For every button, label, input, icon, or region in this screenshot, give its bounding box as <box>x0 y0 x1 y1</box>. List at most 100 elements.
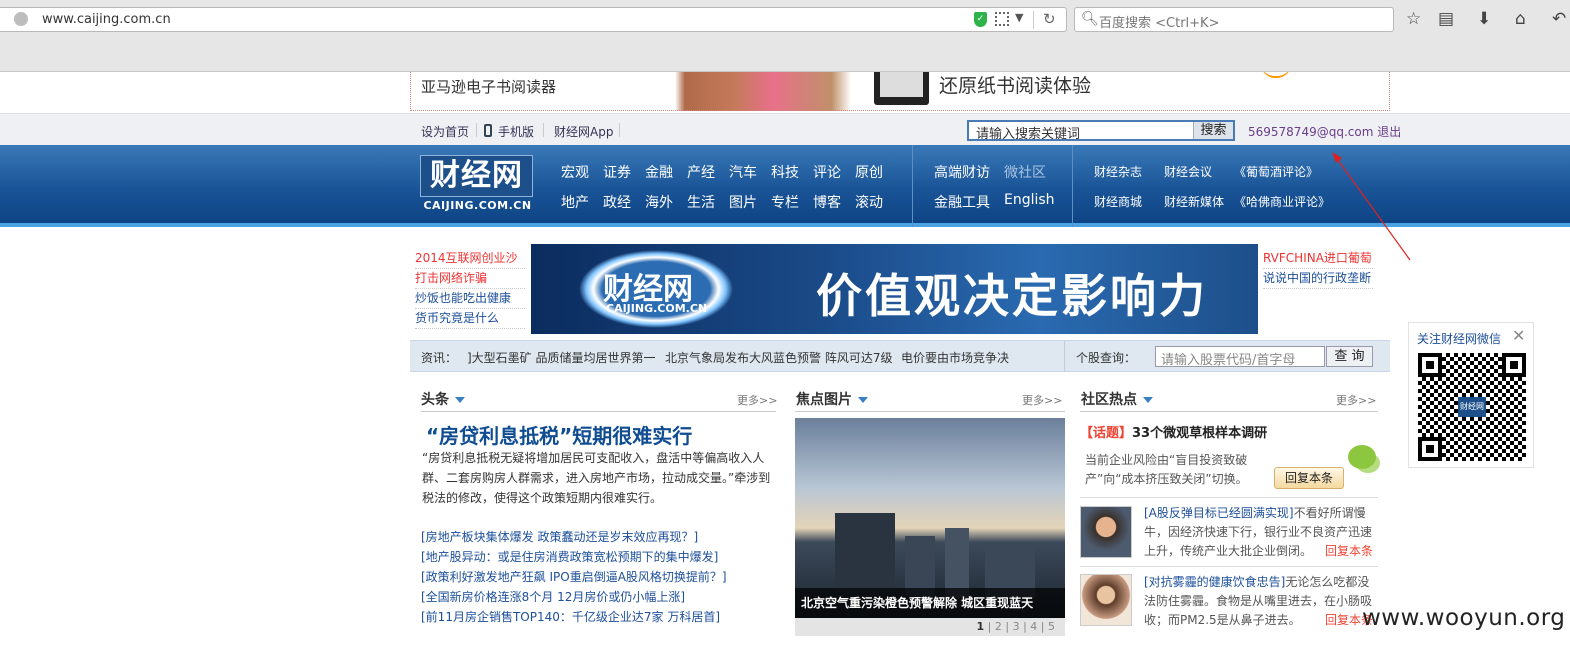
post-title[interactable]: [对抗雾霾的健康饮食忠告] <box>1144 575 1285 589</box>
browser-search-placeholder[interactable]: 百度搜索 <Ctrl+K> <box>1099 12 1219 31</box>
photos-title[interactable]: 焦点图片 <box>796 389 868 409</box>
divider <box>912 145 913 227</box>
headline[interactable]: “房贷利息抵税”短期很难实行 <box>426 420 692 449</box>
site-search: 请输入搜索关键词 搜索 <box>967 120 1235 142</box>
promo-link[interactable]: 2014互联网创业沙 <box>415 249 525 269</box>
topic-title[interactable]: 【话题】33个微观草根样本调研 <box>1080 422 1267 441</box>
ticker-item[interactable]: 电价要由市场竞争决 <box>901 349 1009 366</box>
community-more-link[interactable]: 更多>> <box>1336 392 1376 408</box>
stock-search-button[interactable]: 查 询 <box>1326 346 1373 367</box>
brand-banner[interactable]: 财经网 CAIJING.COM.CN 价值观决定影响力 <box>531 244 1258 334</box>
qr-icon[interactable] <box>995 12 1009 26</box>
focus-photo[interactable]: 北京空气重污染橙色预警解除 城区重现蓝天 <box>795 418 1065 618</box>
url-text[interactable]: www.caijing.com.cn <box>42 12 171 27</box>
browser-search-box[interactable]: 🔍︎ 百度搜索 <Ctrl+K> <box>1074 7 1394 32</box>
nav-item[interactable]: 财经新媒体 <box>1164 193 1224 210</box>
pager-page[interactable]: 2 <box>995 620 1002 633</box>
download-icon[interactable]: ⬇ <box>1477 9 1491 29</box>
banner-logo-en: CAIJING.COM.CN <box>606 302 708 315</box>
nav-item[interactable]: 微社区 <box>1004 162 1046 182</box>
headline-link[interactable]: [前11月房企销售TOP140：千亿级企业达7家 万科居首] <box>421 608 720 625</box>
user-email[interactable]: 569578749@qq.com <box>1248 125 1373 139</box>
nav-item[interactable]: 评论 <box>813 162 841 182</box>
headline-link[interactable]: [房地产板块集体爆发 政策蠢动还是岁末效应再现？] <box>421 528 698 545</box>
reply-link[interactable]: 回复本条 <box>1325 542 1373 559</box>
post-title[interactable]: [A股反弹目标已经圆满实现] <box>1144 506 1294 520</box>
nav-item[interactable]: 汽车 <box>729 162 757 182</box>
promo-link[interactable]: 货币究竟是什么 <box>415 309 525 329</box>
headlines-more-link[interactable]: 更多>> <box>737 392 777 408</box>
community-title[interactable]: 社区热点 <box>1081 389 1153 409</box>
nav-item[interactable]: 图片 <box>729 192 757 212</box>
qr-logo: 财经网 <box>1458 397 1486 417</box>
back-icon[interactable]: ↶ <box>1552 9 1566 29</box>
divider <box>1072 145 1073 227</box>
nav-item[interactable]: 海外 <box>645 192 673 212</box>
nav-item[interactable]: 财经杂志 <box>1094 163 1142 180</box>
nav-item[interactable]: 高端财访 <box>934 162 990 182</box>
photos-more-link[interactable]: 更多>> <box>1022 392 1062 408</box>
stock-search-input[interactable]: 请输入股票代码/首字母 <box>1155 346 1325 368</box>
address-bar[interactable]: www.caijing.com.cn ✓ ▼ ↻ <box>0 7 1067 32</box>
photo-caption[interactable]: 北京空气重污染橙色预警解除 城区重现蓝天 <box>795 588 1065 618</box>
pager-page[interactable]: 4 <box>1030 620 1037 633</box>
headlines-title[interactable]: 头条 <box>421 389 465 409</box>
nav-item[interactable]: 地产 <box>561 192 589 212</box>
pager-page[interactable]: 5 <box>1048 620 1055 633</box>
ad-banner[interactable]: 亚马逊电子书阅读器 还原纸书阅读体验 <box>410 72 1390 111</box>
nav-item[interactable]: 滚动 <box>855 192 883 212</box>
ticker-item[interactable]: 北京气象局发布大风蓝色预警 阵风可达7级 <box>665 349 892 366</box>
reading-list-icon[interactable]: ▤ <box>1438 9 1454 29</box>
home-icon[interactable]: ⌂ <box>1515 9 1526 29</box>
avatar[interactable] <box>1080 506 1132 558</box>
set-homepage-link[interactable]: 设为首页 <box>421 123 469 140</box>
ticker-item[interactable]: ]大型石墨矿 品质储量均居世界第一 <box>467 349 656 366</box>
logo-cn: 财经网 <box>420 155 533 197</box>
site-logo[interactable]: 财经网 CAIJING.COM.CN <box>420 155 535 215</box>
nav-item[interactable]: 博客 <box>813 192 841 212</box>
nav-item[interactable]: 产经 <box>687 162 715 182</box>
close-icon[interactable]: ✕ <box>1512 326 1525 345</box>
nav-item[interactable]: 财经商城 <box>1094 193 1142 210</box>
promo-strip: 2014互联网创业沙 打击网络诈骗 炒饭也能吃出健康 货币究竟是什么 财经网 C… <box>410 244 1390 334</box>
shield-icon[interactable]: ✓ <box>974 12 987 27</box>
promo-link[interactable]: 说说中国的行政垄断 <box>1263 269 1373 289</box>
pager-page[interactable]: 1 <box>977 620 985 633</box>
mobile-link[interactable]: 手机版 <box>498 123 534 140</box>
reload-icon[interactable]: ↻ <box>1043 10 1056 28</box>
promo-link[interactable]: 炒饭也能吃出健康 <box>415 289 525 309</box>
site-search-button[interactable]: 搜索 <box>1193 122 1233 139</box>
nav-item[interactable]: 政经 <box>603 192 631 212</box>
banner-slogan: 价值观决定影响力 <box>816 269 1208 323</box>
nav-item[interactable]: 金融工具 <box>934 192 990 212</box>
utility-bar: 设为首页 手机版 财经网App 请输入搜索关键词 搜索 569578749@qq… <box>0 113 1570 145</box>
avatar[interactable] <box>1080 574 1132 626</box>
bookmark-star-icon[interactable]: ☆ <box>1406 9 1421 29</box>
building-shape <box>905 536 935 596</box>
divider <box>1064 341 1065 372</box>
headline-link[interactable]: [政策利好激发地产狂飙 IPO重启倒逼A股风格切换提前？] <box>421 568 727 585</box>
logout-link[interactable]: 退出 <box>1377 125 1401 139</box>
nav-item[interactable]: 财经会议 <box>1164 163 1212 180</box>
nav-item[interactable]: 原创 <box>855 162 883 182</box>
nav-item[interactable]: English <box>1004 192 1055 208</box>
site-search-input[interactable]: 请输入搜索关键词 <box>976 123 1080 142</box>
promo-link[interactable]: 打击网络诈骗 <box>415 269 525 289</box>
headline-summary: “房贷利息抵税无疑将增加居民可支配收入，盘活中等偏高收入人群、二套房购房人群需求… <box>422 451 771 505</box>
headline-link[interactable]: [地产股异动：或是住房消费政策宽松预期下的集中爆发] <box>421 548 718 565</box>
nav-item[interactable]: 金融 <box>645 162 673 182</box>
nav-item[interactable]: 《葡萄酒评论》 <box>1234 163 1318 180</box>
nav-item[interactable]: 专栏 <box>771 192 799 212</box>
nav-item[interactable]: 证券 <box>603 162 631 182</box>
wechat-title[interactable]: 关注财经网微信 <box>1417 330 1501 347</box>
nav-item[interactable]: 宏观 <box>561 162 589 182</box>
reply-button[interactable]: 回复本条 <box>1274 467 1344 489</box>
nav-item[interactable]: 《哈佛商业评论》 <box>1234 193 1330 210</box>
dropdown-icon[interactable]: ▼ <box>1015 11 1023 24</box>
app-link[interactable]: 财经网App <box>554 123 613 140</box>
topic-title-text: 33个微观草根样本调研 <box>1132 426 1268 441</box>
nav-item[interactable]: 科技 <box>771 162 799 182</box>
pager-page[interactable]: 3 <box>1013 620 1020 633</box>
headline-link[interactable]: [全国新房价格连涨8个月 12月房价或仍小幅上涨] <box>421 588 685 605</box>
nav-item[interactable]: 生活 <box>687 192 715 212</box>
